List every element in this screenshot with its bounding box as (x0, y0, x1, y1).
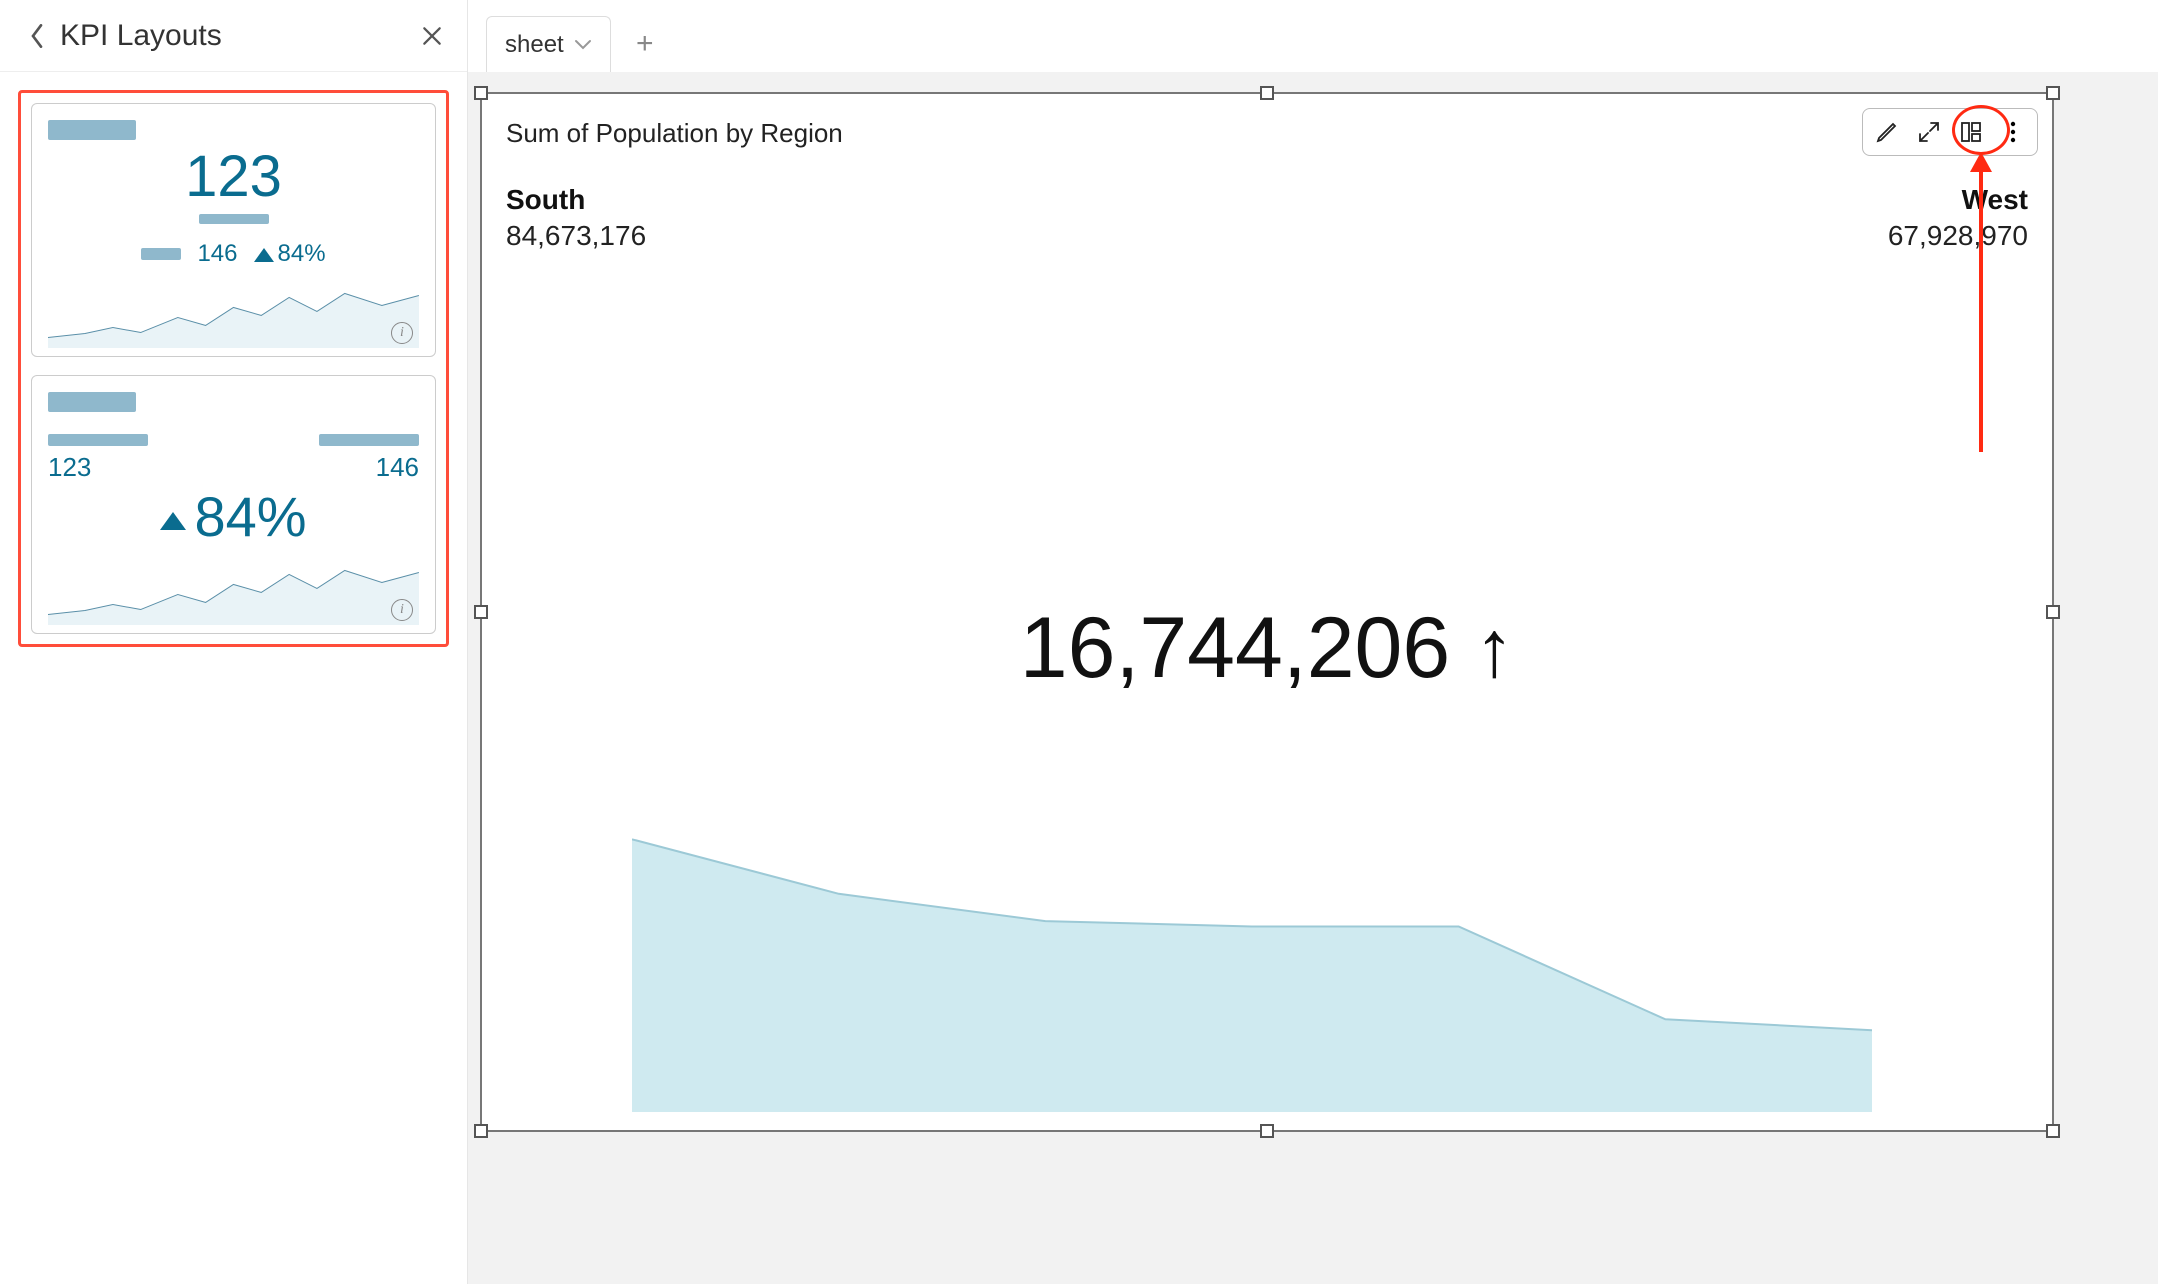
triangle-up-icon (160, 512, 186, 530)
chevron-down-icon[interactable] (574, 39, 592, 51)
layout-switcher-icon[interactable] (1957, 118, 1985, 146)
resize-handle[interactable] (474, 1124, 488, 1138)
kpi-primary-label: South (506, 184, 646, 216)
layout1-secondary-value: 146 (197, 240, 237, 268)
skeleton-bar (48, 120, 136, 140)
triangle-up-icon (254, 248, 274, 262)
skeleton-bar (48, 392, 136, 412)
sheet-tab-label: sheet (505, 31, 564, 59)
sheet-tabbar: sheet + (468, 0, 2158, 72)
kpi-delta: 16,744,206 ↑ (1020, 599, 1514, 698)
layout2-right-value: 146 (376, 452, 419, 483)
kpi-primary: South 84,673,176 (506, 184, 646, 252)
resize-handle[interactable] (1260, 1124, 1274, 1138)
close-icon[interactable] (421, 25, 443, 47)
layout1-main-value: 123 (48, 148, 419, 206)
canvas-area: sheet + Sum of Population by Region Sout… (468, 0, 2158, 1284)
kpi-layout-option-1[interactable]: 123 146 84% i (31, 103, 436, 357)
more-menu-icon[interactable] (1999, 118, 2027, 146)
sidebar-title: KPI Layouts (60, 19, 222, 53)
info-icon[interactable]: i (391, 322, 413, 344)
kpi-delta-value: 16,744,206 (1020, 599, 1450, 698)
back-chevron-icon[interactable] (30, 24, 44, 48)
resize-handle[interactable] (2046, 605, 2060, 619)
kpi-layouts-panel: KPI Layouts 123 146 84% (0, 0, 468, 1284)
layout1-delta: 84% (254, 240, 326, 268)
visual-title: Sum of Population by Region (506, 118, 843, 149)
skeleton-bar (141, 248, 181, 260)
visual-toolbar (1862, 108, 2038, 156)
resize-handle[interactable] (1260, 86, 1274, 100)
arrow-up-icon: ↑ (1474, 609, 1514, 689)
add-sheet-button[interactable]: + (621, 16, 669, 72)
resize-handle[interactable] (2046, 1124, 2060, 1138)
expand-icon[interactable] (1915, 118, 1943, 146)
resize-handle[interactable] (474, 86, 488, 100)
skeleton-bar (319, 434, 419, 446)
skeleton-bar (48, 434, 148, 446)
info-icon[interactable]: i (391, 599, 413, 621)
sidebar-header: KPI Layouts (0, 0, 467, 72)
resize-handle[interactable] (2046, 86, 2060, 100)
kpi-secondary-value: 67,928,970 (1888, 220, 2028, 252)
layout1-sparkline: i (48, 278, 419, 348)
layout2-sparkline: i (48, 555, 419, 625)
layout2-delta: 84% (48, 489, 419, 545)
kpi-visual[interactable]: Sum of Population by Region South 84,673… (480, 92, 2054, 1132)
kpi-layout-option-2[interactable]: 123 146 84% (31, 375, 436, 634)
kpi-area-chart (632, 812, 1872, 1112)
kpi-secondary: West 67,928,970 (1888, 184, 2028, 252)
skeleton-bar (199, 214, 269, 224)
layout2-left-value: 123 (48, 452, 148, 483)
resize-handle[interactable] (474, 605, 488, 619)
edit-pencil-icon[interactable] (1873, 118, 1901, 146)
kpi-secondary-label: West (1888, 184, 2028, 216)
sheet-tab[interactable]: sheet (486, 16, 611, 72)
layouts-annotation-box: 123 146 84% i (18, 90, 449, 647)
kpi-primary-value: 84,673,176 (506, 220, 646, 252)
